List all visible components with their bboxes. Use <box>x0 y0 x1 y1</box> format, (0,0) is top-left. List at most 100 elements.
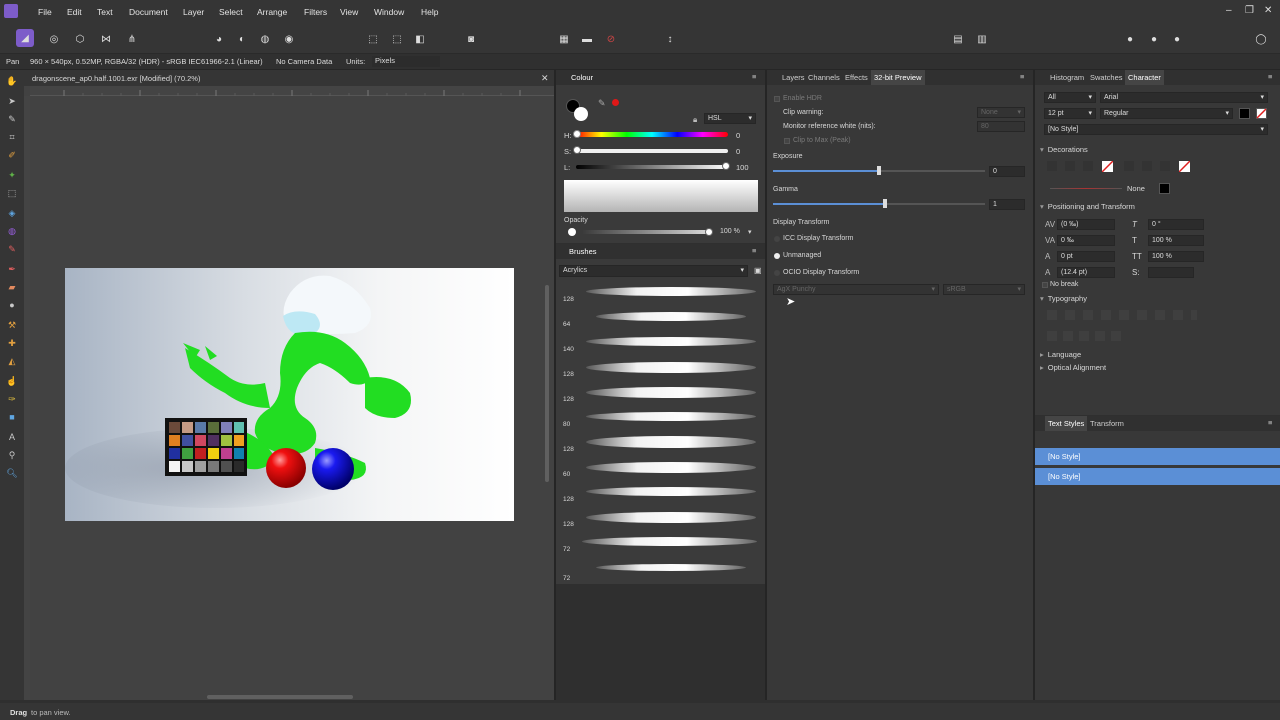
crop-tool-icon[interactable]: ⌗ <box>5 132 19 144</box>
liquify-persona-icon[interactable]: ◎ <box>46 31 62 47</box>
assistant-icon[interactable]: ● <box>1122 31 1138 47</box>
close-window-icon[interactable]: ✕ <box>1264 5 1272 16</box>
double-underline-icon[interactable] <box>1065 161 1075 171</box>
dodge-tool-icon[interactable]: ● <box>5 300 19 312</box>
preferences-icon[interactable]: ● <box>1169 31 1185 47</box>
view-tool-icon[interactable]: ⚲ <box>5 450 19 462</box>
gamma-slider-handle[interactable] <box>883 199 887 208</box>
gradient-tool-icon[interactable]: ◍ <box>5 226 19 238</box>
units-dropdown[interactable]: Pixels <box>372 56 440 67</box>
kerning-input[interactable]: (0 ‰) <box>1057 219 1115 230</box>
menu-edit[interactable]: Edit <box>67 7 82 17</box>
typography-section[interactable]: ▾ Typography <box>1040 294 1087 303</box>
color-balance-icon[interactable]: ◕ <box>211 31 227 47</box>
vertical-scale-input[interactable]: 100 % <box>1148 235 1204 246</box>
language-section[interactable]: ▸ Language <box>1040 350 1081 359</box>
unmanaged-radio[interactable] <box>774 253 780 259</box>
clip-warning-dropdown[interactable]: None ▾ <box>977 107 1025 118</box>
character-menu-icon[interactable]: ≡ <box>1268 72 1272 81</box>
export-persona-icon[interactable]: ⋔ <box>124 31 140 47</box>
tab-swatches[interactable]: Swatches <box>1090 73 1123 82</box>
tracking-input[interactable]: 0 ‰ <box>1057 235 1115 246</box>
canvas-image[interactable] <box>65 268 514 521</box>
tab-histogram[interactable]: Histogram <box>1050 73 1084 82</box>
typography-options-row-2[interactable] <box>1047 331 1127 341</box>
font-size-dropdown[interactable]: 12 pt ▾ <box>1044 108 1096 119</box>
lock-icon[interactable]: 🔒︎ <box>693 115 697 125</box>
typography-options[interactable] <box>1047 310 1197 320</box>
menu-filters[interactable]: Filters <box>304 7 327 17</box>
monitor-reference-input[interactable]: 80 <box>977 121 1025 132</box>
picked-color-swatch[interactable] <box>612 99 619 106</box>
saturation-value[interactable]: 0 <box>736 147 740 156</box>
brush-item[interactable]: 128 <box>556 355 766 380</box>
zoom-tool-icon[interactable]: 🔍︎ <box>5 468 19 480</box>
ocio-colorspace-dropdown[interactable]: sRGB ▾ <box>943 284 1025 295</box>
menu-arrange[interactable]: Arrange <box>257 7 287 17</box>
brush-item[interactable]: 60 <box>556 455 766 480</box>
brush-item[interactable]: 72 <box>556 555 766 582</box>
brush-item[interactable]: 128 <box>556 480 766 505</box>
brush-item[interactable]: 140 <box>556 330 766 355</box>
flood-select-tool-icon[interactable]: ✦ <box>5 170 19 182</box>
close-document-icon[interactable]: ✕ <box>541 73 549 84</box>
spacing-input[interactable] <box>1148 267 1194 278</box>
brush-item[interactable]: 128 <box>556 380 766 405</box>
gamma-slider[interactable] <box>773 203 985 205</box>
exposure-slider-handle[interactable] <box>877 166 881 175</box>
saturation-slider-handle[interactable] <box>573 146 581 154</box>
studio-icon[interactable]: ● <box>1146 31 1162 47</box>
decoration-stroke-swatch[interactable] <box>1159 183 1170 194</box>
blur-tool-icon[interactable]: ◭ <box>5 356 19 368</box>
paragraph-style-dropdown[interactable]: [No Style] ▾ <box>1044 124 1268 135</box>
hue-slider-handle[interactable] <box>573 130 581 138</box>
scope-dropdown[interactable]: All ▾ <box>1044 92 1096 103</box>
menu-layer[interactable]: Layer <box>183 7 204 17</box>
brushes-menu-icon[interactable]: ≡ <box>752 246 756 255</box>
gamma-input[interactable]: 1 <box>989 199 1025 210</box>
shadow-icon[interactable] <box>1142 161 1152 171</box>
photo-persona-icon[interactable]: ◢ <box>16 29 34 47</box>
brush-item[interactable]: 128 <box>556 505 766 530</box>
selection-brush-tool-icon[interactable]: ✐ <box>5 150 19 162</box>
grid-icon[interactable]: ▦ <box>556 31 572 47</box>
horizontal-scrollbar[interactable] <box>207 695 353 699</box>
color-picker-tool-icon[interactable]: ✒ <box>5 264 19 276</box>
quick-mask-icon[interactable]: ◙ <box>463 31 479 47</box>
tab-transform[interactable]: Transform <box>1090 419 1124 428</box>
emboss-icon[interactable] <box>1160 161 1170 171</box>
decorations-section[interactable]: ▾ Decorations <box>1040 145 1088 154</box>
menu-document[interactable]: Document <box>129 7 168 17</box>
move-icon[interactable]: ↕ <box>662 31 678 47</box>
opacity-slider-handle[interactable] <box>705 228 713 236</box>
menu-text[interactable]: Text <box>97 7 113 17</box>
decoration-color-swatch[interactable] <box>1102 161 1113 172</box>
menu-help[interactable]: Help <box>421 7 438 17</box>
saturation-slider[interactable] <box>576 149 728 153</box>
vertical-scrollbar[interactable] <box>545 285 549 482</box>
shape-tool-icon[interactable]: ■ <box>5 412 19 424</box>
hue-value[interactable]: 0 <box>736 131 740 140</box>
healing-tool-icon[interactable]: ✚ <box>5 338 19 350</box>
clone-tool-icon[interactable]: ⚒ <box>5 320 19 332</box>
text-style-item[interactable]: [No Style] <box>1035 448 1280 465</box>
ruler-icon[interactable]: ▬ <box>579 31 595 47</box>
pen-tool-icon[interactable]: ✑ <box>5 394 19 406</box>
contrast-icon[interactable]: ◐ <box>234 31 250 47</box>
move-tool-icon[interactable]: ➤ <box>5 96 19 108</box>
lightness-value[interactable]: 100 <box>736 163 749 172</box>
smudge-tool-icon[interactable]: ☝ <box>5 376 19 388</box>
no-break-checkbox[interactable] <box>1042 282 1048 288</box>
brush-item[interactable]: 128 <box>556 430 766 455</box>
tab-text-styles[interactable]: Text Styles <box>1045 416 1088 431</box>
shear-input[interactable]: 0 ° <box>1148 219 1204 230</box>
text-color-swatch[interactable] <box>1239 108 1250 119</box>
brush-item[interactable]: 80 <box>556 405 766 430</box>
minimize-icon[interactable]: – <box>1226 5 1232 16</box>
clip-to-max-checkbox[interactable] <box>784 138 790 144</box>
panel-menu-icon[interactable]: ≡ <box>752 72 756 81</box>
arrange-icon[interactable]: ▤ <box>950 31 966 47</box>
ocio-view-dropdown[interactable]: AgX Punchy ▾ <box>773 284 939 295</box>
exposure-input[interactable]: 0 <box>989 166 1025 177</box>
opacity-slider[interactable] <box>582 230 712 234</box>
